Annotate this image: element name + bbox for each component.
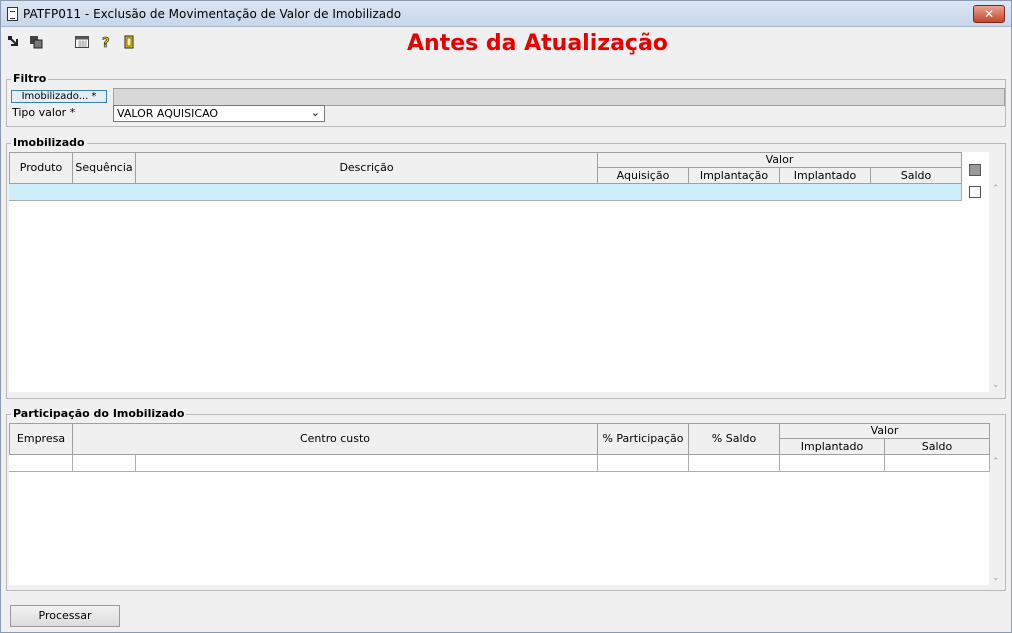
col-centro-custo[interactable]: Centro custo xyxy=(72,423,598,455)
col-implantacao[interactable]: Implantação xyxy=(688,167,780,184)
col-empresa[interactable]: Empresa xyxy=(9,423,73,455)
cell-empresa[interactable] xyxy=(9,455,73,472)
calendar-icon[interactable] xyxy=(75,35,89,49)
tipo-valor-value: VALOR AQUISICAO xyxy=(117,107,219,120)
col-saldo[interactable]: Saldo xyxy=(870,167,962,184)
svg-text:?: ? xyxy=(102,36,110,49)
col-aquisicao[interactable]: Aquisição xyxy=(597,167,689,184)
cell-implantacao[interactable] xyxy=(688,184,780,201)
status-banner: Antes da Atualização xyxy=(407,31,668,56)
table-row[interactable] xyxy=(9,184,962,201)
chevron-down-icon[interactable]: ⌄ xyxy=(311,106,320,119)
table-row[interactable] xyxy=(9,455,990,472)
door-icon[interactable] xyxy=(123,35,137,49)
cell-saldo[interactable] xyxy=(870,184,962,201)
cell-empresa-cont[interactable] xyxy=(72,455,136,472)
filter-group-title: Filtro xyxy=(11,72,49,85)
cell-participacao[interactable] xyxy=(597,455,689,472)
col-valor: Valor xyxy=(779,423,990,439)
title-bar: PATFP011 - Exclusão de Movimentação de V… xyxy=(1,1,1011,27)
scroll-up-icon[interactable]: ⌃ xyxy=(992,457,1000,467)
col-participacao[interactable]: % Participação xyxy=(597,423,689,455)
tipo-valor-select[interactable]: VALOR AQUISICAO ⌄ xyxy=(113,105,325,122)
window-title: PATFP011 - Exclusão de Movimentação de V… xyxy=(23,7,402,21)
cell-aquisicao[interactable] xyxy=(597,184,689,201)
row-checkbox[interactable] xyxy=(969,186,981,198)
col-valor: Valor xyxy=(597,152,962,168)
col-produto[interactable]: Produto xyxy=(9,152,73,184)
scroll-down-icon[interactable]: ⌄ xyxy=(992,380,1000,390)
copy-icon[interactable] xyxy=(29,35,43,49)
cell-implantado[interactable] xyxy=(779,455,885,472)
cell-centro-custo[interactable] xyxy=(135,455,598,472)
col-pct-saldo[interactable]: % Saldo xyxy=(688,423,780,455)
participacao-scrollbar[interactable]: ⌃ ⌄ xyxy=(990,455,1005,585)
cell-sequencia[interactable] xyxy=(72,184,136,201)
exit-icon[interactable] xyxy=(7,35,21,49)
document-icon xyxy=(7,7,18,21)
cell-pct-saldo[interactable] xyxy=(688,455,780,472)
cell-produto[interactable] xyxy=(9,184,73,201)
imobilizado-scrollbar[interactable]: ⌃ ⌄ xyxy=(990,182,1005,392)
app-window: PATFP011 - Exclusão de Movimentação de V… xyxy=(0,0,1012,633)
close-button[interactable]: ✕ xyxy=(973,5,1005,23)
participacao-grid: Empresa Centro custo % Participação % Sa… xyxy=(9,423,990,585)
imobilizado-field[interactable] xyxy=(113,88,1005,106)
col-implantado[interactable]: Implantado xyxy=(779,167,871,184)
imobilizado-grid: Produto Sequência Descrição Valor Aquisi… xyxy=(9,152,989,392)
col-saldo[interactable]: Saldo xyxy=(884,438,990,455)
imobilizado-group: Imobilizado Produto Sequência Descrição … xyxy=(6,136,1006,399)
col-descricao[interactable]: Descrição xyxy=(135,152,598,184)
col-implantado[interactable]: Implantado xyxy=(779,438,885,455)
scroll-up-icon[interactable]: ⌃ xyxy=(992,184,1000,194)
imobilizado-group-title: Imobilizado xyxy=(11,136,87,149)
filter-group: Filtro Imobilizado... * Tipo valor * VAL… xyxy=(6,72,1006,127)
scroll-down-icon[interactable]: ⌄ xyxy=(992,573,1000,583)
cell-saldo[interactable] xyxy=(884,455,990,472)
participacao-group-title: Participação do Imobilizado xyxy=(11,407,187,420)
col-sequencia[interactable]: Sequência xyxy=(72,152,136,184)
cell-descricao[interactable] xyxy=(135,184,598,201)
cell-implantado[interactable] xyxy=(779,184,871,201)
tipo-valor-label: Tipo valor * xyxy=(12,106,76,119)
imobilizado-lookup-button[interactable]: Imobilizado... * xyxy=(11,90,107,103)
participacao-group: Participação do Imobilizado Empresa Cent… xyxy=(6,407,1006,591)
help-icon[interactable]: ? xyxy=(99,35,113,49)
processar-button[interactable]: Processar xyxy=(10,605,120,627)
select-all-checkbox[interactable] xyxy=(969,164,981,176)
